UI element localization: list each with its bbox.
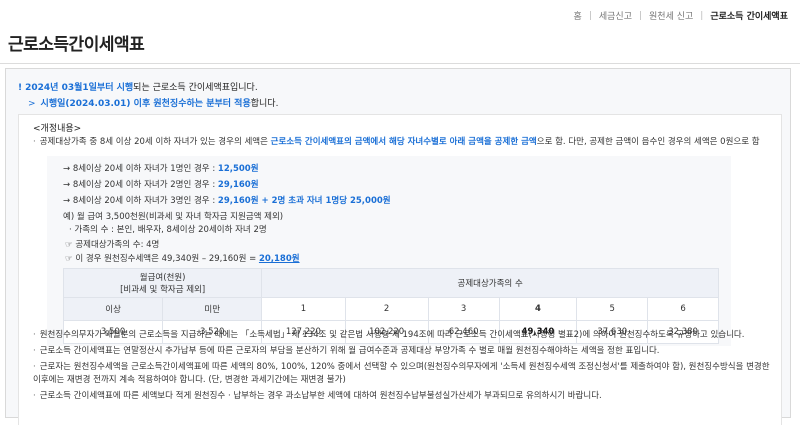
bullet-icon: · <box>33 362 36 372</box>
chevron-right-icon: > <box>28 99 36 109</box>
rule-highlight: 근로소득 간이세액표의 금액에서 해당 자녀수별로 아래 금액을 공제한 금액 <box>270 137 537 147</box>
calc-result: 20,180원 <box>258 254 300 264</box>
child-deduction-value: 29,160원 <box>217 180 259 190</box>
note-item: · 원천징수의무자가 매월분의 근로소득을 지급하는 때에는 「소득세법」 제 1… <box>33 329 773 342</box>
child-deduction-label: → 8세이상 20세 이하 자녀가 3명인 경우 : <box>63 196 218 206</box>
family-header: 공제대상가족의 수 <box>261 268 719 298</box>
bullet-icon: · <box>33 391 36 401</box>
child-deduction-value: 12,500원 <box>217 164 259 174</box>
breadcrumb-home[interactable]: 홈 <box>574 9 582 22</box>
child-deduction-value: 29,160원 + 2명 초과 자녀 1명당 25,000원 <box>217 196 391 206</box>
revision-rule: · 공제대상가족 중 8세 이상 20세 이하 자녀가 있는 경우의 세액은 근로… <box>33 135 760 147</box>
note-text: 원천징수의무자가 매월분의 근로소득을 지급하는 때에는 「소득세법」 제 13… <box>39 330 745 340</box>
alert-icon: ! <box>18 83 23 93</box>
title-divider <box>0 63 800 64</box>
example-heading: 예) 월 급여 3,500천원(비과세 및 자녀 학자금 지원금액 제외) <box>63 212 284 222</box>
breadcrumb-separator: | <box>638 10 643 21</box>
section-title: <개정내용> <box>33 124 82 134</box>
note-item: · 근로자는 원천징수세액을 근로소득간이세액표에 따른 세액의 80%, 100… <box>33 361 773 387</box>
col-family-3: 3 <box>427 297 500 321</box>
child-deduction-2: → 8세이상 20세 이하 자녀가 2명인 경우 : 29,160원 <box>63 178 259 190</box>
rule-text-post: 으로 함. 다만, 공제한 금액이 음수인 경우의 세액은 0원으로 함 <box>536 137 760 147</box>
note-item: · 근로소득 간이세액표는 연말정산시 추가납부 등에 따른 근로자의 부담을 분… <box>33 345 773 358</box>
effective-date-notice: ! 2024년 03월1일부터 시행되는 근로소득 간이세액표입니다. <box>18 80 258 93</box>
breadcrumb-withholding[interactable]: 원천세 신고 <box>649 9 693 22</box>
apply-from-notice: > 시행일(2024.03.01) 이후 원천징수하는 분부터 적용합니다. <box>28 96 278 109</box>
child-deduction-3: → 8세이상 20세 이하 자녀가 3명인 경우 : 29,160원 + 2명 … <box>63 194 391 206</box>
apply-from-highlight: 시행일(2024.03.01) 이후 원천징수하는 분부터 적용 <box>40 99 251 109</box>
col-family-6: 6 <box>647 297 719 321</box>
breadcrumb-tax-filing[interactable]: 세금신고 <box>599 9 632 22</box>
child-deduction-label: → 8세이상 20세 이하 자녀가 1명인 경우 : <box>63 164 218 174</box>
effective-date-text: 되는 근로소득 간이세액표입니다. <box>133 83 258 93</box>
bullet-icon: · <box>33 330 36 340</box>
note-text: 근로자는 원천징수세액을 근로소득간이세액표에 따른 세액의 80%, 100%… <box>33 362 770 385</box>
example-family: · 가족의 수 : 본인, 배우자, 8세이상 20세이하 자녀 2명 <box>69 225 267 235</box>
col-family-1: 1 <box>261 297 346 321</box>
revision-content: <개정내용> · 공제대상가족 중 8세 이상 20세 이하 자녀가 있는 경우의… <box>18 114 782 425</box>
calc-text: ☞ 이 경우 원천징수세액은 49,340원 – 29,160원 = <box>65 254 259 264</box>
example-deduct-family: ☞ 공제대상가족의 수: 4명 <box>65 240 160 250</box>
breadcrumb-separator: | <box>588 10 592 21</box>
examples-box: → 8세이상 20세 이하 자녀가 1명인 경우 : 12,500원 → 8세이… <box>47 156 731 346</box>
bullet-icon: · <box>33 137 36 147</box>
breadcrumb: 홈 | 세금신고 | 원천세 신고 | 근로소득 간이세액표 <box>574 9 788 23</box>
page-title: 근로소득간이세액표 <box>8 35 145 55</box>
salary-header-sub: [비과세 및 학자금 제외] <box>120 285 206 295</box>
salary-header: 월급여(천원) [비과세 및 학자금 제외] <box>62 268 263 298</box>
note-text: 근로소득 간이세액표에 따른 세액보다 적게 원천징수 · 납부하는 경우 과소… <box>39 391 602 401</box>
child-deduction-1: → 8세이상 20세 이하 자녀가 1명인 경우 : 12,500원 <box>63 162 259 174</box>
effective-date-highlight: 2024년 03월1일부터 시행 <box>25 83 134 93</box>
child-deduction-label: → 8세이상 20세 이하 자녀가 2명인 경우 : <box>63 180 218 190</box>
rule-text-pre: 공제대상가족 중 8세 이상 20세 이하 자녀가 있는 경우의 세액은 <box>39 137 271 147</box>
apply-from-text: 합니다. <box>250 99 279 109</box>
info-panel: ! 2024년 03월1일부터 시행되는 근로소득 간이세액표입니다. > 시행일(… <box>5 68 791 425</box>
breadcrumb-current: 근로소득 간이세액표 <box>710 12 788 22</box>
note-text: 근로소득 간이세액표는 연말정산시 추가납부 등에 따른 근로자의 부담을 분산… <box>39 346 660 356</box>
col-max: 미만 <box>162 297 263 321</box>
example-calculation: ☞ 이 경우 원천징수세액은 49,340원 – 29,160원 = 20,18… <box>65 252 300 264</box>
salary-header-label: 월급여(천원) <box>139 273 186 283</box>
col-family-4: 4 <box>498 297 578 321</box>
col-family-2: 2 <box>344 297 429 321</box>
col-min: 이상 <box>62 297 164 321</box>
breadcrumb-separator: | <box>700 10 704 21</box>
bullet-icon: · <box>33 346 36 356</box>
note-item: · 근로소득 간이세액표에 따른 세액보다 적게 원천징수 · 납부하는 경우 과… <box>33 390 773 403</box>
col-family-5: 5 <box>576 297 649 321</box>
